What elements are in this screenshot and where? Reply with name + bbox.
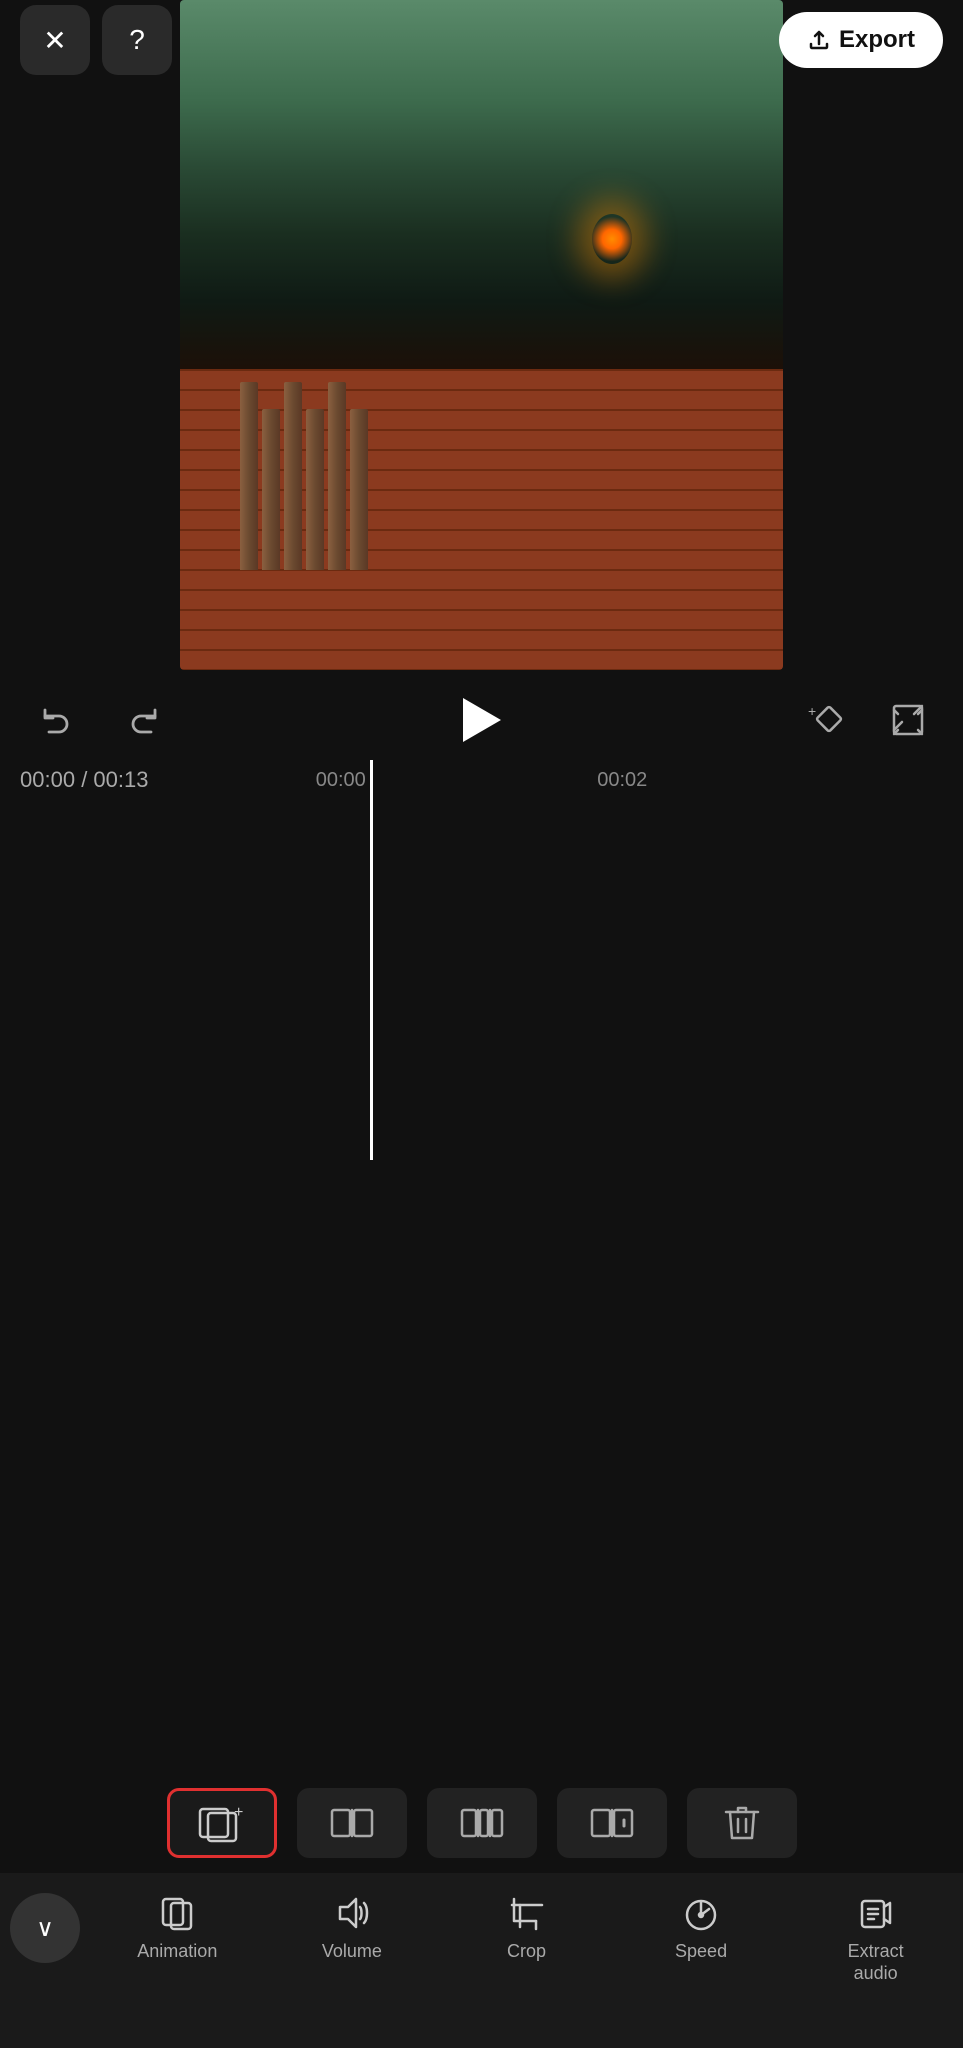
extract-audio-label: Extractaudio xyxy=(848,1941,904,1984)
lantern-glow xyxy=(592,214,632,264)
fence xyxy=(240,302,451,570)
trash-icon xyxy=(724,1804,760,1842)
fence-post xyxy=(262,409,280,570)
volume-label: Volume xyxy=(322,1941,382,1963)
undo-button[interactable] xyxy=(30,695,80,745)
video-frame xyxy=(180,0,783,670)
bottom-nav: ∨ Animation Volume xyxy=(0,1873,963,2048)
fullscreen-button[interactable] xyxy=(883,695,933,745)
export-label: Export xyxy=(839,26,915,54)
fence-post xyxy=(306,409,324,570)
redo-icon xyxy=(127,702,163,738)
fence-post xyxy=(350,409,368,570)
extract-audio-icon xyxy=(856,1893,896,1933)
play-control xyxy=(452,690,512,750)
collapse-button[interactable]: ∨ xyxy=(10,1893,80,1963)
video-preview xyxy=(180,0,783,670)
close-button[interactable]: ✕ xyxy=(20,5,90,75)
playhead xyxy=(370,760,373,1160)
play-icon xyxy=(463,698,501,742)
time-mark-2: 00:02 xyxy=(597,769,647,792)
close-icon: ✕ xyxy=(43,24,66,57)
time-mark-1: 00:00 xyxy=(316,769,366,792)
split-right-icon xyxy=(590,1806,634,1840)
view-controls: + xyxy=(803,695,933,745)
animation-icon xyxy=(157,1893,197,1933)
fence-post xyxy=(328,382,346,570)
nav-item-extract-audio[interactable]: Extractaudio xyxy=(836,1893,916,1984)
redo-button[interactable] xyxy=(120,695,170,745)
keyframe-icon: + xyxy=(808,702,848,738)
chevron-down-icon: ∨ xyxy=(36,1914,54,1943)
help-icon: ? xyxy=(129,24,145,56)
nav-items: Animation Volume Crop xyxy=(90,1893,963,1984)
help-button[interactable]: ? xyxy=(102,5,172,75)
volume-icon xyxy=(332,1893,372,1933)
split-left-button[interactable] xyxy=(297,1788,407,1858)
nav-item-animation[interactable]: Animation xyxy=(137,1893,217,1963)
split-right-button[interactable] xyxy=(557,1788,667,1858)
split-center-icon xyxy=(460,1806,504,1840)
speed-label: Speed xyxy=(675,1941,727,1963)
split-center-button[interactable] xyxy=(427,1788,537,1858)
speed-icon xyxy=(681,1893,721,1933)
nav-item-crop[interactable]: Crop xyxy=(486,1893,566,1963)
svg-text:+: + xyxy=(234,1804,243,1821)
playback-controls: + xyxy=(0,680,963,760)
timeline-header: 00:00 / 00:13 00:00 00:02 xyxy=(0,760,963,800)
animation-label: Animation xyxy=(137,1941,217,1963)
clip-add-icon: + xyxy=(198,1803,246,1843)
svg-text:+: + xyxy=(808,703,816,719)
timeline-area[interactable]: ⇄ Cover 6.6s + ♪ Add Music xyxy=(0,800,963,980)
header: ✕ ? Export xyxy=(0,0,963,80)
play-button[interactable] xyxy=(452,690,512,750)
crop-icon xyxy=(506,1893,546,1933)
export-icon xyxy=(807,28,831,52)
nav-item-speed[interactable]: Speed xyxy=(661,1893,741,1963)
undo-icon xyxy=(37,702,73,738)
keyframe-button[interactable]: + xyxy=(803,695,853,745)
fence-post xyxy=(240,382,258,570)
split-left-icon xyxy=(330,1806,374,1840)
bottom-toolbar: + xyxy=(0,1778,963,1868)
delete-tool-button[interactable] xyxy=(687,1788,797,1858)
undo-redo-controls xyxy=(30,695,170,745)
crop-label: Crop xyxy=(507,1941,546,1963)
time-marks: 00:00 00:02 xyxy=(0,769,963,792)
header-left-controls: ✕ ? xyxy=(20,5,172,75)
nav-item-volume[interactable]: Volume xyxy=(312,1893,392,1963)
export-button[interactable]: Export xyxy=(779,12,943,68)
clip-add-tool-button[interactable]: + xyxy=(167,1788,277,1858)
fullscreen-icon xyxy=(890,702,926,738)
fence-post xyxy=(284,382,302,570)
